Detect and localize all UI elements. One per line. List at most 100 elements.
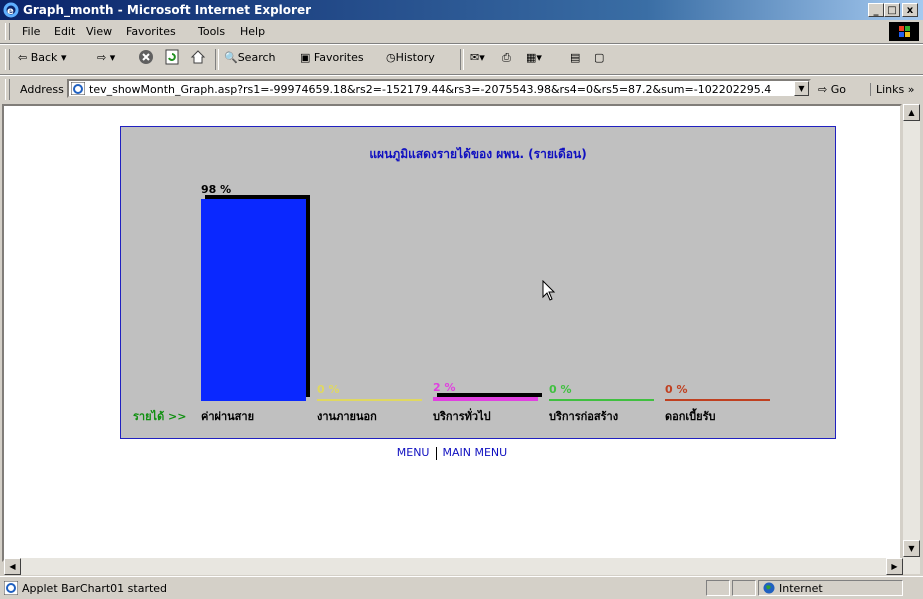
word-icon: ▦▾ xyxy=(526,51,542,64)
scroll-right-icon[interactable]: ▶ xyxy=(886,558,903,575)
refresh-button[interactable] xyxy=(164,49,180,68)
status-pane xyxy=(732,580,756,596)
go-label: Go xyxy=(830,83,846,96)
page-icon xyxy=(71,82,85,95)
messenger-button[interactable]: ▢ xyxy=(594,51,604,64)
messenger-icon: ▢ xyxy=(594,51,605,64)
links-button[interactable]: Links » xyxy=(870,83,914,96)
back-button[interactable]: ⇦ Back ▾ xyxy=(18,51,66,64)
chart-category-label: ค่าผ่านสาย xyxy=(201,410,255,423)
windows-logo-icon xyxy=(889,22,919,41)
address-label: Address xyxy=(20,83,64,96)
print-button[interactable]: ⎙ xyxy=(502,51,511,65)
main-menu-link[interactable]: MAIN MENU xyxy=(443,446,508,459)
page-status-icon xyxy=(4,581,18,595)
status-pane xyxy=(706,580,730,596)
scroll-left-icon[interactable]: ◀ xyxy=(4,558,21,575)
toolbar-separator xyxy=(460,49,464,70)
chart-value-label: 0 % xyxy=(665,383,688,396)
home-icon xyxy=(190,50,206,64)
back-dropdown-icon: ▾ xyxy=(60,51,67,64)
address-url: tev_showMonth_Graph.asp?rs1=-99974659.18… xyxy=(89,83,772,96)
history-button[interactable]: ◷History xyxy=(386,51,435,64)
chart-bar xyxy=(317,399,422,401)
chart-bar xyxy=(549,399,654,401)
chart-value-label: 0 % xyxy=(317,383,340,396)
chart-value-label: 98 % xyxy=(201,183,232,196)
standard-toolbar: ⇦ Back ▾ ⇨ ▾ 🔍Search ▣ Favorites ◷Histor… xyxy=(0,44,923,75)
mouse-cursor-icon xyxy=(542,280,556,301)
chart-category-label: ดอกเบี้ยรับ xyxy=(665,410,716,423)
window-title: Graph_month - Microsoft Internet Explore… xyxy=(23,3,312,17)
mail-icon: ✉▾ xyxy=(470,51,485,64)
svg-text:e: e xyxy=(7,6,14,17)
zone-pane: Internet xyxy=(758,580,903,596)
menubar-grip xyxy=(5,23,10,40)
search-button[interactable]: 🔍Search xyxy=(224,51,276,64)
menu-bar: File Edit View Favorites Tools Help xyxy=(0,20,923,44)
menu-view[interactable]: View xyxy=(86,25,112,38)
ie-icon: e xyxy=(3,2,19,18)
go-button[interactable]: ⇨ Go xyxy=(818,83,846,96)
mail-button[interactable]: ✉▾ xyxy=(470,51,485,64)
discuss-icon: ▤ xyxy=(570,51,581,64)
scroll-up-icon[interactable]: ▲ xyxy=(903,104,920,121)
stop-button[interactable] xyxy=(138,49,154,68)
window-titlebar: e Graph_month - Microsoft Internet Explo… xyxy=(0,0,923,20)
vertical-scrollbar[interactable]: ▲ ▼ xyxy=(903,104,920,574)
search-label: Search xyxy=(237,51,276,64)
edit-button[interactable]: ▦▾ xyxy=(526,51,542,64)
page-menu: MENU MAIN MENU xyxy=(4,446,900,460)
minimize-button[interactable]: _ xyxy=(868,3,884,17)
status-bar: Applet BarChart01 started Internet xyxy=(0,576,923,599)
back-label: Back xyxy=(30,51,58,64)
close-button[interactable]: x xyxy=(902,3,918,17)
go-arrow-icon: ⇨ xyxy=(818,83,828,96)
chart-bar xyxy=(665,399,770,401)
maximize-button[interactable]: □ xyxy=(884,3,900,17)
favorites-icon: ▣ xyxy=(300,51,311,64)
favorites-button[interactable]: ▣ Favorites xyxy=(300,51,364,64)
chart-ylabel: รายได้ >> xyxy=(133,410,187,423)
forward-button[interactable]: ⇨ ▾ xyxy=(97,51,115,64)
globe-icon xyxy=(763,582,775,594)
chart-category-label: บริการก่อสร้าง xyxy=(549,410,619,423)
horizontal-scrollbar[interactable]: ◀ ▶ xyxy=(4,558,903,575)
refresh-icon xyxy=(165,49,179,65)
address-input[interactable]: tev_showMonth_Graph.asp?rs1=-99974659.18… xyxy=(67,79,811,98)
chart-value-label: 0 % xyxy=(549,383,572,396)
toolbar-separator xyxy=(215,49,219,70)
chart-value-label: 2 % xyxy=(433,381,456,394)
chart-category-label: บริการทั่วไป xyxy=(433,410,491,423)
menu-link[interactable]: MENU xyxy=(397,446,430,459)
toolbar-grip xyxy=(5,49,10,70)
page-viewport: แผนภูมิแสดงรายได้ของ ผพน. (รายเดือน) ราย… xyxy=(2,104,902,562)
chart-title: แผนภูมิแสดงรายได้ของ ผพน. (รายเดือน) xyxy=(369,147,587,161)
chart-bar xyxy=(201,199,306,401)
chart-bar xyxy=(433,397,538,401)
bar-chart-applet: แผนภูมิแสดงรายได้ของ ผพน. (รายเดือน) ราย… xyxy=(120,126,836,439)
menu-file[interactable]: File xyxy=(22,25,40,38)
history-label: History xyxy=(395,51,435,64)
chart-category-label: งานภายนอก xyxy=(317,410,377,423)
addressbar-grip xyxy=(5,79,10,100)
menu-favorites[interactable]: Favorites xyxy=(126,25,176,38)
back-arrow-icon: ⇦ xyxy=(18,51,28,64)
address-dropdown-icon[interactable]: ▼ xyxy=(794,81,809,96)
scroll-down-icon[interactable]: ▼ xyxy=(903,540,920,557)
forward-arrow-icon: ⇨ ▾ xyxy=(97,51,116,64)
zone-label: Internet xyxy=(779,582,823,595)
status-text: Applet BarChart01 started xyxy=(22,582,168,595)
home-button[interactable] xyxy=(190,49,206,68)
favorites-label: Favorites xyxy=(313,51,364,64)
print-icon: ⎙ xyxy=(502,51,511,64)
address-bar: Address tev_showMonth_Graph.asp?rs1=-999… xyxy=(0,75,923,103)
history-icon: ◷ xyxy=(386,51,396,64)
menu-separator xyxy=(435,446,437,460)
menu-help[interactable]: Help xyxy=(240,25,265,38)
search-icon: 🔍 xyxy=(224,51,238,64)
menu-edit[interactable]: Edit xyxy=(54,25,75,38)
menu-tools[interactable]: Tools xyxy=(198,25,225,38)
stop-icon xyxy=(139,50,153,64)
discuss-button[interactable]: ▤ xyxy=(570,51,580,64)
